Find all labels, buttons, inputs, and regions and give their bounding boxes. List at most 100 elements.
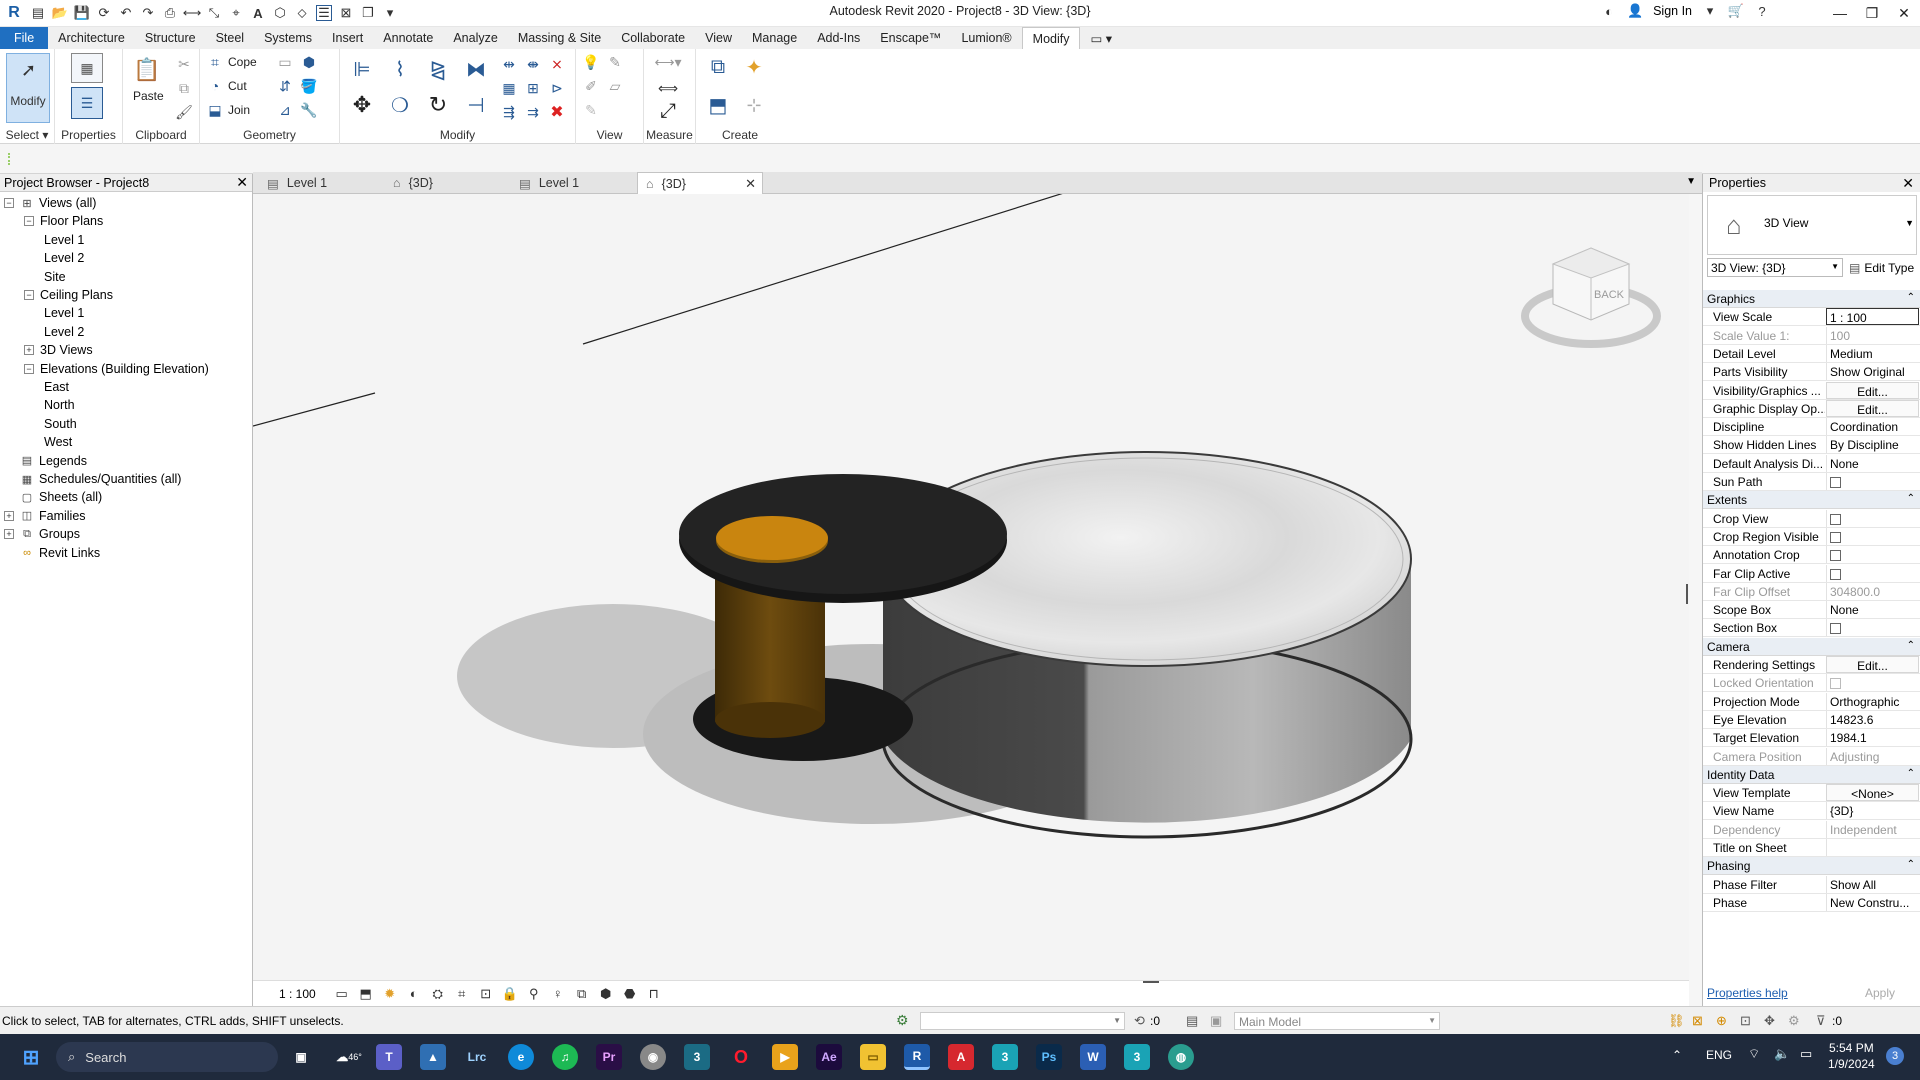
close-hidden-icon[interactable]: ⊠	[338, 5, 354, 21]
expand-icon[interactable]: +	[24, 345, 34, 356]
trim-icon[interactable]: ⊣	[462, 91, 490, 119]
opera-icon[interactable]: O	[728, 1044, 754, 1070]
minimize-icon[interactable]: —	[1824, 0, 1856, 26]
design-options-icon[interactable]: ▤	[1186, 1013, 1198, 1029]
checkbox[interactable]	[1830, 531, 1841, 543]
sun-path-icon[interactable]: ✹	[382, 986, 398, 1002]
browser-tree-item[interactable]: ▤ Legends	[4, 452, 87, 470]
property-edit-button[interactable]: Edit...	[1826, 656, 1919, 673]
create-parts-icon[interactable]: ✦	[740, 53, 768, 81]
section-icon[interactable]: ⬦	[294, 5, 310, 21]
offset-icon[interactable]: ⌇	[386, 55, 414, 83]
match-type-icon[interactable]: 🖌	[175, 103, 193, 121]
autocad-icon[interactable]: A	[948, 1044, 974, 1070]
demolish-icon[interactable]: ⬢	[300, 53, 318, 71]
analytical-model-icon[interactable]: ⬣	[622, 986, 638, 1002]
collapse-icon[interactable]: −	[4, 198, 14, 208]
expand-icon[interactable]: +	[4, 510, 14, 521]
home-icon[interactable]: ▤	[30, 5, 46, 21]
browser-tree-item[interactable]: Level 2	[44, 323, 84, 341]
reveal-hidden-icon[interactable]: ♀	[550, 986, 566, 1002]
property-value[interactable]: {3D}	[1826, 802, 1919, 820]
3d-viewport[interactable]: BACK	[253, 194, 1689, 980]
paint-view-icon[interactable]: ✎	[582, 101, 600, 119]
lightroom-icon[interactable]: Lrc	[464, 1044, 490, 1070]
file-explorer-icon[interactable]: ▭	[860, 1044, 886, 1070]
select-by-face-icon[interactable]: ⊡	[1740, 1013, 1751, 1029]
mirror-draw-icon[interactable]: ⧓	[462, 55, 490, 83]
browser-tree-item[interactable]: Site	[44, 268, 66, 286]
editing-requests-icon[interactable]: ⟲	[1134, 1013, 1145, 1029]
dimension-tool-icon[interactable]: ⟺	[650, 79, 686, 97]
3dsmax-3-icon[interactable]: 3	[1124, 1044, 1150, 1070]
redo-icon[interactable]: ↷	[140, 5, 156, 21]
tab-lumion[interactable]: Lumion®	[951, 27, 1021, 49]
language-indicator[interactable]: ENG	[1706, 1048, 1732, 1062]
save-icon[interactable]: 💾	[74, 5, 90, 21]
cart-icon[interactable]: 🛒	[1728, 3, 1744, 19]
tab-menu-icon[interactable]: ▼	[1686, 176, 1696, 187]
property-section-header[interactable]: Graphics ⌃	[1703, 290, 1920, 308]
background-process-icon[interactable]: ⚙	[1788, 1013, 1800, 1029]
browser-tree-item[interactable]: +3D Views	[24, 341, 93, 359]
pin-icon[interactable]: ⊳	[548, 79, 566, 97]
split-gap-icon[interactable]: ⇼	[524, 55, 542, 73]
close-icon[interactable]: ✕	[1902, 175, 1914, 192]
copy-element-icon[interactable]: ❍	[386, 91, 414, 119]
property-checkbox[interactable]	[1826, 546, 1919, 564]
browser-tree-item[interactable]: Level 1	[44, 231, 84, 249]
tab-add-ins[interactable]: Add-Ins	[807, 27, 870, 49]
browser-tree-item[interactable]: Level 1	[44, 304, 84, 322]
browser-tree-item[interactable]: − ⊞ Views (all)	[4, 194, 96, 212]
paint-icon[interactable]: 🪣	[300, 77, 318, 95]
properties-help-link[interactable]: Properties help	[1707, 986, 1788, 1000]
linework-icon[interactable]: ✐	[582, 77, 600, 95]
tab-analyze[interactable]: Analyze	[443, 27, 507, 49]
tab-insert[interactable]: Insert	[322, 27, 373, 49]
collapse-icon[interactable]: −	[24, 363, 34, 374]
view-tab-level1-2[interactable]: ▤ Level 1	[511, 172, 637, 194]
tab-manage[interactable]: Manage	[742, 27, 807, 49]
property-checkbox[interactable]	[1826, 619, 1919, 637]
close-icon[interactable]: ✕	[745, 176, 756, 192]
premiere-icon[interactable]: Pr	[596, 1044, 622, 1070]
design-option-icon[interactable]: ▣	[1210, 1013, 1222, 1029]
design-option-dropdown[interactable]: Main Model ▼	[1234, 1012, 1440, 1030]
spotify-icon[interactable]: ♫	[552, 1044, 578, 1070]
weather-icon[interactable]: ☁ 46°	[330, 1044, 368, 1070]
property-value[interactable]: Medium	[1826, 344, 1919, 362]
print-icon[interactable]: ⎙	[162, 5, 178, 21]
split-icon[interactable]: ⇹	[500, 55, 518, 73]
override-graphics-icon[interactable]: ✎	[606, 53, 624, 71]
copy-icon[interactable]: ⧉	[175, 79, 193, 97]
rotate-icon[interactable]: ↻	[424, 91, 452, 119]
collapse-icon[interactable]: −	[24, 216, 34, 227]
view-tab-3d-active[interactable]: ⌂ {3D} ✕	[637, 172, 763, 194]
ribbon-minimize-icon[interactable]: ▭ ▾	[1080, 27, 1122, 49]
battery-icon[interactable]: ▭	[1800, 1046, 1812, 1062]
property-value[interactable]: None	[1826, 601, 1919, 619]
after-effects-icon[interactable]: Ae	[816, 1044, 842, 1070]
viewport-vertical-scrollbar[interactable]	[1689, 194, 1702, 1006]
property-section-header[interactable]: Extents ⌃	[1703, 491, 1920, 510]
teams-icon[interactable]: T	[376, 1044, 402, 1070]
wall-joins-icon[interactable]: ▭	[276, 53, 294, 71]
reveal-icon[interactable]: ▱	[606, 77, 624, 95]
tab-annotate[interactable]: Annotate	[373, 27, 443, 49]
notification-badge[interactable]: 3	[1886, 1047, 1904, 1065]
view-tab-3d[interactable]: ⌂ {3D}	[385, 172, 511, 194]
render-icon[interactable]: ⛭	[430, 986, 446, 1002]
task-view-icon[interactable]: ▣	[288, 1044, 314, 1070]
media-player-icon[interactable]: ▶	[772, 1044, 798, 1070]
worksharing-icon[interactable]: ⬢	[598, 986, 614, 1002]
property-value[interactable]	[1826, 839, 1919, 856]
thin-lines-icon[interactable]: ☰	[316, 5, 332, 21]
tab-structure[interactable]: Structure	[135, 27, 206, 49]
scale-icon[interactable]: ⊞	[524, 79, 542, 97]
apply-button[interactable]: Apply	[1845, 984, 1915, 1002]
browser-tree-item[interactable]: Level 2	[44, 249, 84, 267]
select-panel-label[interactable]: Select ▾	[0, 128, 54, 142]
revit-logo-icon[interactable]: R	[4, 3, 24, 23]
unpin-icon[interactable]: ⨯	[548, 55, 566, 73]
properties-icon[interactable]: ☰	[71, 87, 103, 119]
